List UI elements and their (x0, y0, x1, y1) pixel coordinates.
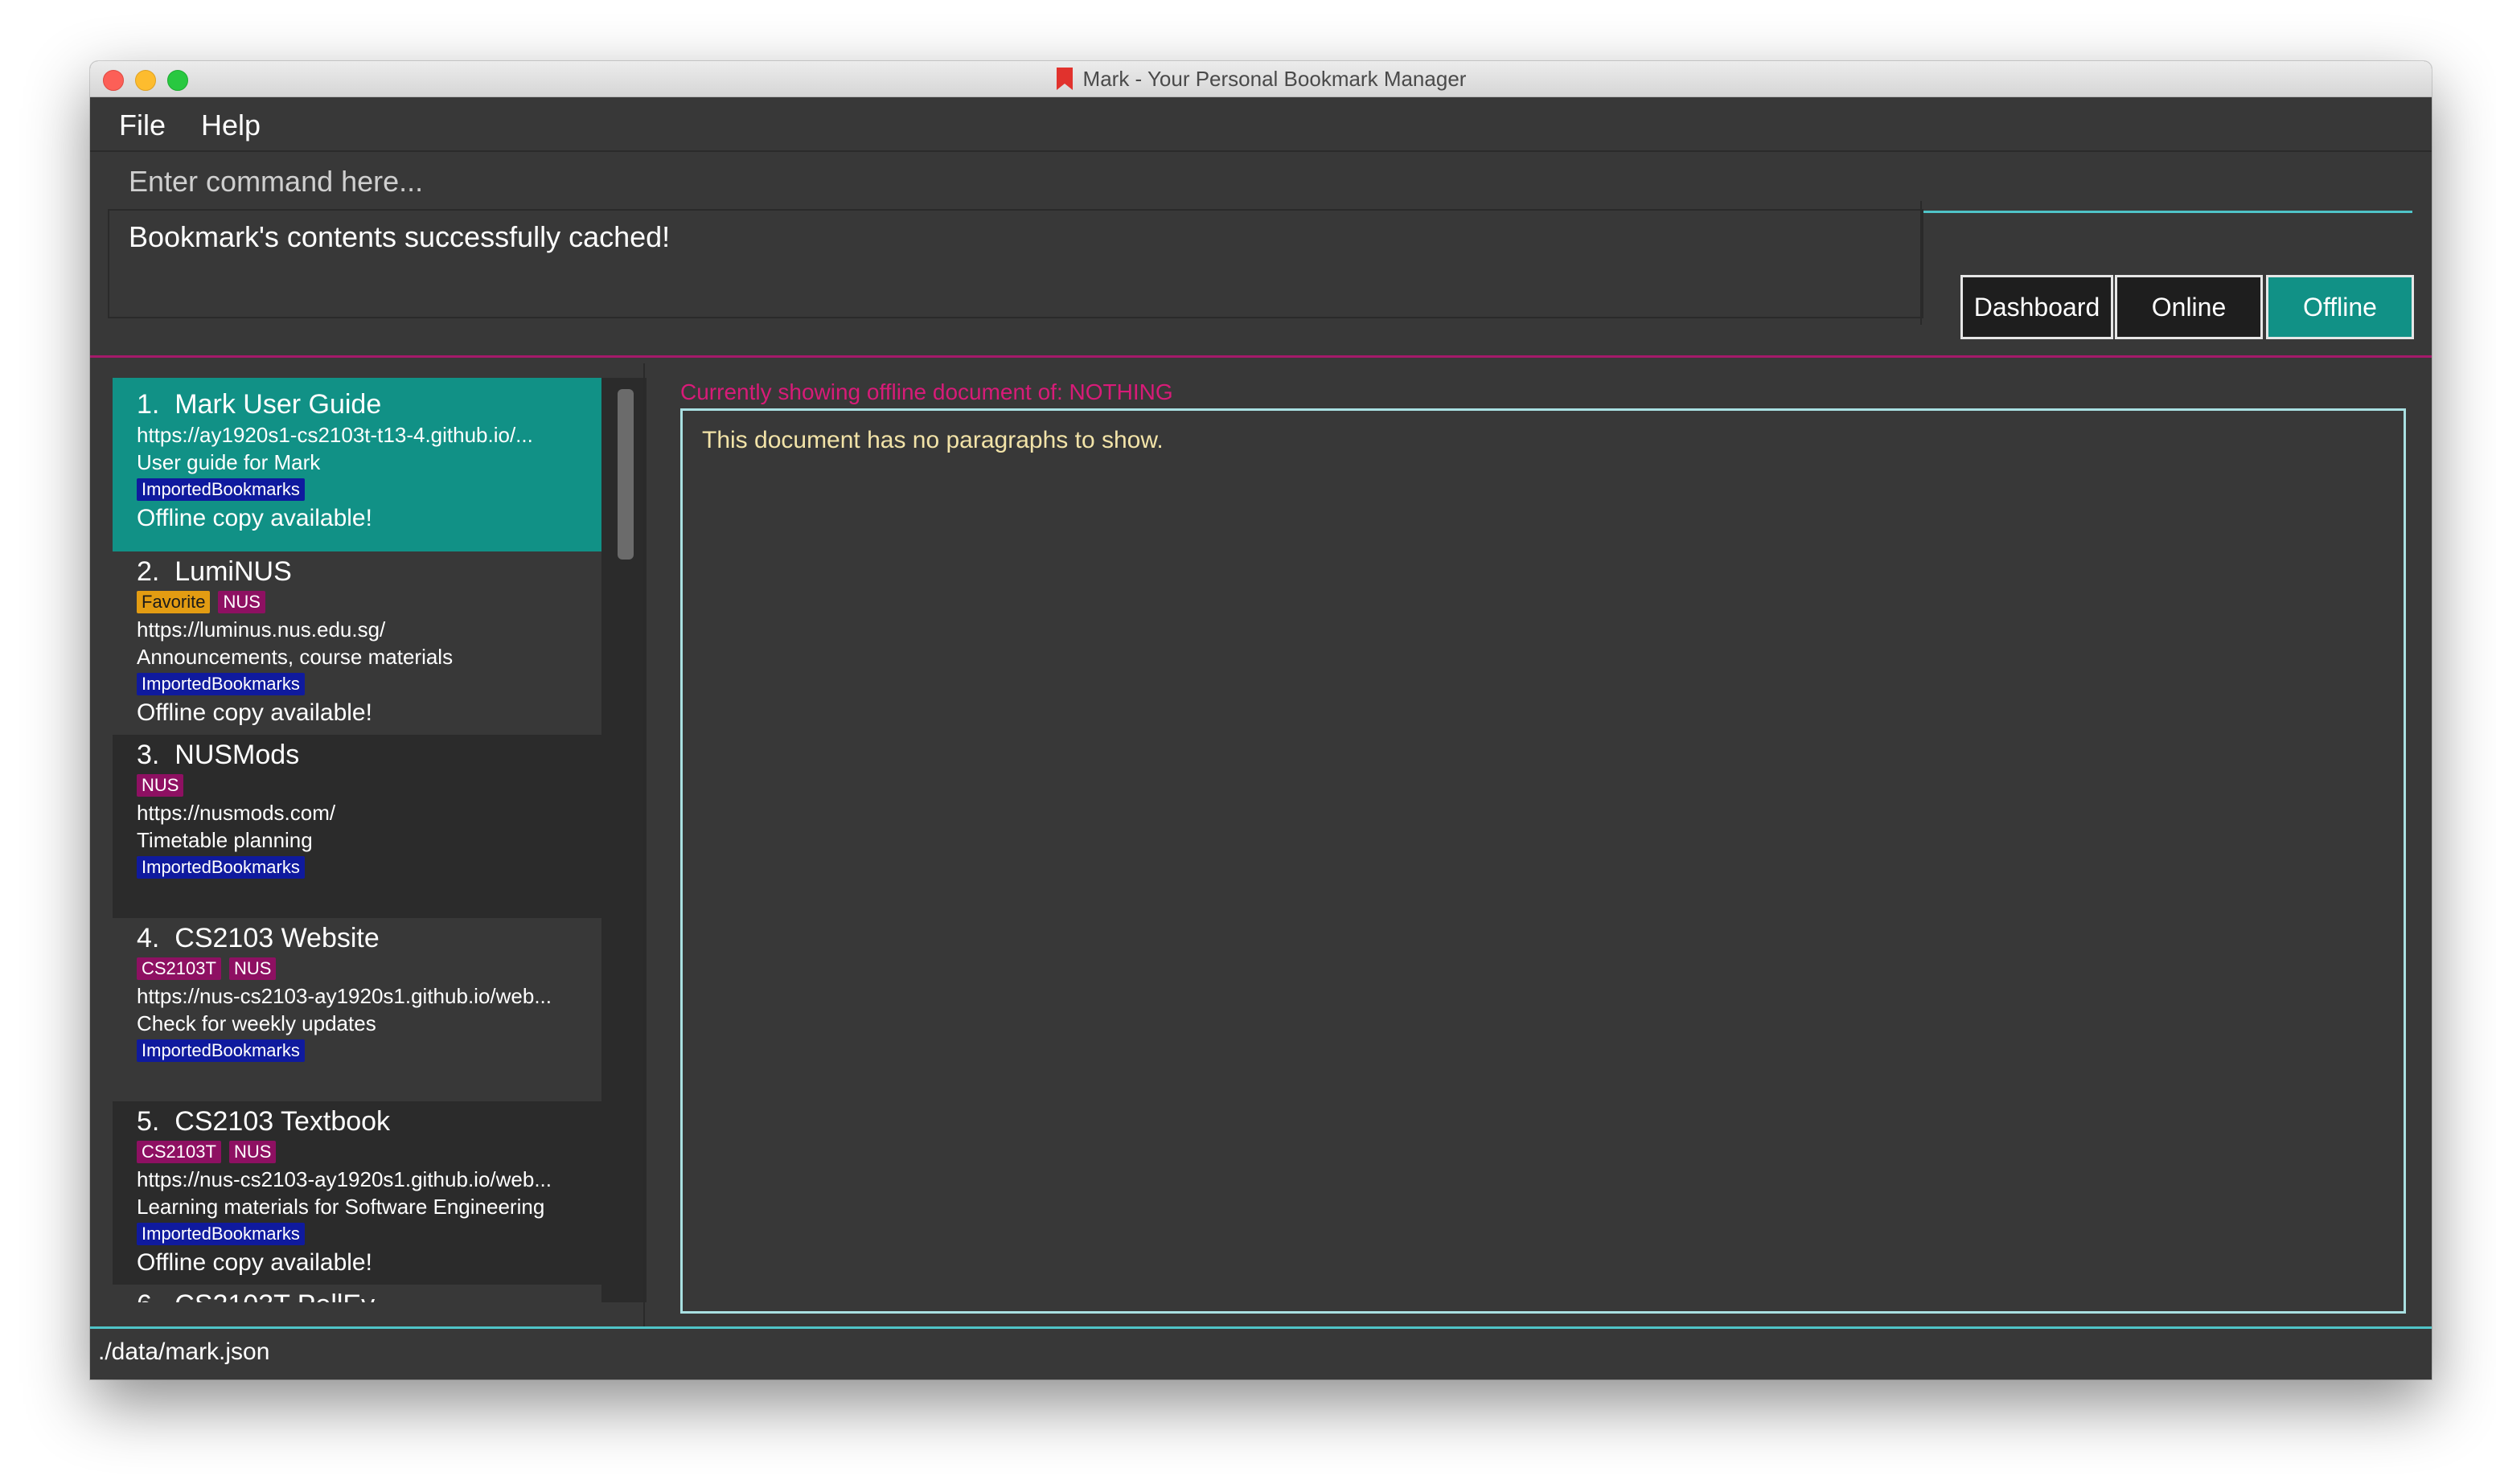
command-input[interactable] (109, 152, 2412, 213)
tag-row: CS2103T NUS (137, 955, 601, 982)
panel-divider[interactable] (643, 363, 645, 1379)
menu-bar: File Help (90, 97, 2432, 152)
bookmark-url: https://luminus.nus.edu.sg/ (137, 617, 386, 642)
save-location: ./data/mark.json (98, 1338, 270, 1365)
bookmark-url: https://nusmods.com/ (137, 801, 336, 825)
folder-tag: ImportedBookmarks (137, 856, 305, 879)
tag-nus: NUS (228, 1141, 277, 1163)
window-title: Mark - Your Personal Bookmark Manager (1082, 66, 1467, 91)
dashboard-button[interactable]: Dashboard (1960, 275, 2113, 339)
tag-nus: NUS (218, 591, 265, 613)
online-button[interactable]: Online (2115, 275, 2263, 339)
folder-row: ImportedBookmarks (137, 670, 601, 698)
tag-row: NUS (137, 772, 601, 799)
tag-nus: NUS (228, 957, 277, 980)
app-window: Mark - Your Personal Bookmark Manager Fi… (90, 61, 2432, 1379)
bookmark-title: 5. CS2103 Textbook (137, 1106, 391, 1137)
folder-row: ImportedBookmarks (137, 1037, 601, 1064)
bookmark-title: 6. CS2103T PollEv (137, 1288, 601, 1302)
bookmark-card-4[interactable]: 4. CS2103 Website CS2103T NUS https://nu… (113, 918, 601, 1101)
tag-nus: NUS (137, 774, 184, 797)
bookmark-card-6[interactable]: 6. CS2103T PollEv (113, 1285, 601, 1302)
tag-favorite: Favorite (137, 591, 211, 613)
section-divider (90, 355, 2432, 358)
bookmark-icon (1056, 68, 1073, 90)
folder-tag: ImportedBookmarks (137, 1039, 305, 1062)
bookmark-card-5[interactable]: 5. CS2103 Textbook CS2103T NUS https://n… (113, 1101, 601, 1285)
bookmark-title: 4. CS2103 Website (137, 923, 380, 953)
bookmark-card-1[interactable]: 1. Mark User Guide https://ay1920s1-cs21… (113, 378, 601, 551)
offline-indicator: Offline copy available! (137, 1249, 372, 1276)
mode-divider (1920, 201, 1922, 325)
folder-tag: ImportedBookmarks (137, 1223, 305, 1245)
offline-document-view[interactable]: This document has no paragraphs to show. (680, 408, 2406, 1314)
title-bar: Mark - Your Personal Bookmark Manager (90, 61, 2432, 97)
folder-tag: ImportedBookmarks (137, 478, 305, 501)
bookmark-remark: User guide for Mark (137, 450, 321, 474)
title-wrap: Mark - Your Personal Bookmark Manager (90, 61, 2432, 96)
offline-button[interactable]: Offline (2266, 275, 2414, 339)
document-body: This document has no paragraphs to show. (702, 427, 1164, 453)
bookmark-url: https://nus-cs2103-ay1920s1.github.io/we… (137, 984, 552, 1008)
tag-cs2103t: CS2103T (137, 957, 221, 980)
bookmark-title: 1. Mark User Guide (137, 389, 382, 420)
bookmark-card-3[interactable]: 3. NUSMods NUS https://nusmods.com/ Time… (113, 735, 601, 918)
result-display: Bookmark's contents successfully cached! (108, 209, 1923, 318)
folder-tag: ImportedBookmarks (137, 673, 305, 695)
result-message: Bookmark's contents successfully cached! (129, 220, 671, 253)
list-scrollbar-thumb[interactable] (618, 389, 634, 560)
status-bar: ./data/mark.json (90, 1329, 2432, 1379)
menu-file[interactable]: File (119, 109, 166, 142)
bookmark-title: 2. LumiNUS (137, 556, 292, 587)
offline-indicator: Offline copy available! (137, 505, 372, 531)
bookmark-url: https://nus-cs2103-ay1920s1.github.io/we… (137, 1167, 552, 1191)
tag-cs2103t: CS2103T (137, 1141, 221, 1163)
offline-document-header: Currently showing offline document of: N… (680, 379, 1173, 404)
menu-help[interactable]: Help (201, 109, 261, 142)
bookmark-remark: Timetable planning (137, 828, 313, 852)
bookmark-card-2[interactable]: 2. LumiNUS Favorite NUS https://luminus.… (113, 551, 601, 735)
bookmark-list: 1. Mark User Guide https://ay1920s1-cs21… (113, 378, 647, 1302)
folder-row: ImportedBookmarks (137, 854, 601, 881)
bookmark-url: https://ay1920s1-cs2103t-t13-4.github.io… (137, 423, 533, 447)
offline-indicator: Offline copy available! (137, 699, 372, 726)
tag-row: Favorite NUS (137, 588, 601, 616)
bookmark-title: 3. NUSMods (137, 740, 300, 770)
tag-row: CS2103T NUS (137, 1138, 601, 1166)
bookmark-remark: Check for weekly updates (137, 1011, 376, 1035)
bookmark-remark: Learning materials for Software Engineer… (137, 1195, 545, 1219)
bookmark-remark: Announcements, course materials (137, 645, 454, 669)
folder-row: ImportedBookmarks (137, 476, 601, 503)
folder-row: ImportedBookmarks (137, 1220, 601, 1248)
